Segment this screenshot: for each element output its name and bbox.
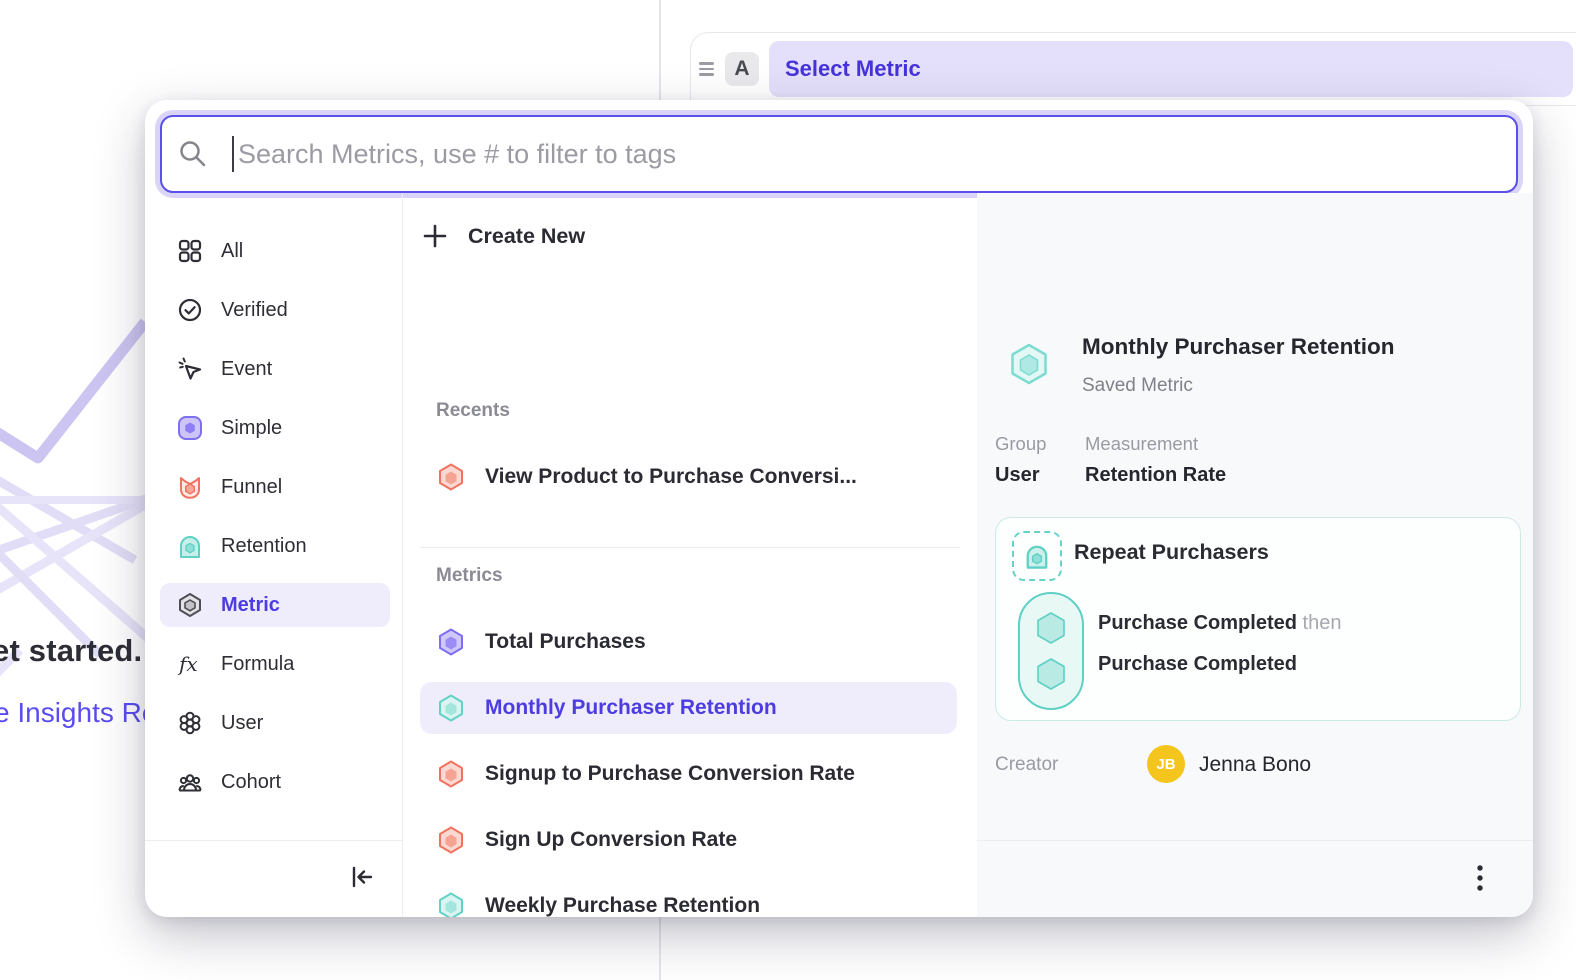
teal-hexagon-icon [1006, 341, 1052, 387]
metric-hexagon-icon [177, 592, 203, 618]
card-step-2: Purchase Completed [1098, 653, 1297, 676]
funnel-hexagon-icon [177, 474, 203, 500]
then-connector: then [1303, 612, 1342, 634]
user-cluster-icon [177, 710, 203, 736]
sidebar-item-retention[interactable]: Retention [160, 524, 390, 568]
event-hexagon-icon [1035, 611, 1067, 645]
create-new-label: Create New [468, 224, 585, 249]
drag-handle-icon[interactable] [699, 62, 717, 76]
sidebar-item-label: User [221, 712, 263, 735]
purple-hexagon-icon [436, 627, 466, 657]
metric-list-item[interactable]: Weekly Purchase Retention [420, 880, 957, 917]
detail-footer [977, 840, 1533, 917]
creator-label: Creator [995, 754, 1058, 776]
plus-icon [422, 223, 448, 249]
sidebar-item-cohort[interactable]: Cohort [160, 760, 390, 804]
sidebar-item-label: Metric [221, 594, 280, 617]
metric-detail-panel: Monthly Purchaser Retention Saved Metric… [977, 193, 1533, 917]
create-new-button[interactable]: Create New [422, 223, 585, 249]
metric-letter-badge: A [725, 52, 759, 86]
sidebar-footer [145, 840, 402, 917]
sidebar-item-formula[interactable]: fx Formula [160, 642, 390, 686]
sidebar-item-label: Funnel [221, 476, 282, 499]
salmon-hexagon-icon [436, 759, 466, 789]
retention-arch-icon [1022, 541, 1052, 571]
filter-sidebar: All Verified Event [145, 193, 403, 917]
metric-item-label: Signup to Purchase Conversion Rate [485, 762, 855, 786]
select-metric-button[interactable]: Select Metric [769, 41, 1573, 97]
grid-icon [177, 238, 203, 264]
section-divider [420, 547, 960, 548]
metric-item-label: Monthly Purchaser Retention [485, 696, 777, 720]
metric-list-column: Create New Recents View Product to Purch… [402, 193, 977, 917]
metric-row-card: A Select Metric [690, 32, 1576, 106]
sidebar-item-user[interactable]: User [160, 701, 390, 745]
simple-hexagon-icon [177, 415, 203, 441]
sidebar-item-funnel[interactable]: Funnel [160, 465, 390, 509]
creator-name: Jenna Bono [1199, 753, 1311, 777]
background-partial-link[interactable]: e Insights Re [0, 697, 157, 729]
dashed-icon-frame [1012, 531, 1062, 581]
salmon-hexagon-icon [436, 462, 466, 492]
metric-list-item[interactable]: Total Purchases [420, 616, 957, 668]
svg-text:fx: fx [177, 652, 198, 676]
teal-hexagon-icon [436, 891, 466, 917]
detail-subtitle: Saved Metric [1082, 375, 1193, 397]
sidebar-item-label: Verified [221, 299, 288, 322]
sidebar-item-label: Formula [221, 653, 294, 676]
search-icon [177, 138, 209, 170]
metric-picker-modal: All Verified Event [145, 100, 1533, 917]
detail-title: Monthly Purchaser Retention [1082, 334, 1395, 360]
sidebar-item-verified[interactable]: Verified [160, 288, 390, 332]
metrics-section-label: Metrics [436, 565, 503, 587]
screen: et started. e Insights Re A Select Metri… [0, 0, 1576, 980]
sidebar-item-label: All [221, 240, 243, 263]
card-step-1: Purchase Completed then [1098, 612, 1341, 635]
metric-list-item[interactable]: Signup to Purchase Conversion Rate [420, 748, 957, 800]
cohort-people-icon [177, 769, 203, 795]
measurement-value: Retention Rate [1085, 464, 1226, 487]
repeat-purchasers-card[interactable]: Repeat Purchasers Purchase Completed the… [995, 517, 1521, 721]
creator-avatar: JB [1147, 745, 1185, 783]
group-value: User [995, 464, 1039, 487]
recent-item-label: View Product to Purchase Conversi... [485, 465, 857, 489]
search-input[interactable] [236, 138, 1516, 171]
kebab-menu-icon [1465, 861, 1495, 895]
text-caret [232, 136, 234, 172]
metric-item-label: Total Purchases [485, 630, 646, 654]
verified-badge-icon [177, 297, 203, 323]
event-cursor-icon [177, 356, 203, 382]
recent-item[interactable]: View Product to Purchase Conversi... [420, 451, 957, 503]
sidebar-item-label: Simple [221, 417, 282, 440]
teal-hexagon-icon [436, 693, 466, 723]
metric-list-item-selected[interactable]: Monthly Purchaser Retention [420, 682, 957, 734]
card-title: Repeat Purchasers [1074, 540, 1269, 565]
behavior-capsule [1018, 592, 1084, 710]
sidebar-item-all[interactable]: All [160, 229, 390, 273]
salmon-hexagon-icon [436, 825, 466, 855]
recents-section-label: Recents [436, 400, 510, 422]
metric-item-label: Weekly Purchase Retention [485, 894, 760, 917]
search-box [160, 115, 1518, 193]
background-partial-heading: et started. [0, 633, 142, 669]
group-label: Group [995, 433, 1046, 455]
retention-arch-icon [177, 533, 203, 559]
collapse-left-icon [348, 863, 376, 891]
metric-item-label: Sign Up Conversion Rate [485, 828, 737, 852]
collapse-sidebar-button[interactable] [348, 863, 376, 896]
sidebar-item-simple[interactable]: Simple [160, 406, 390, 450]
more-options-button[interactable] [1465, 861, 1495, 900]
sidebar-item-label: Event [221, 358, 272, 381]
sidebar-item-metric[interactable]: Metric [160, 583, 390, 627]
formula-fx-icon: fx [177, 651, 203, 677]
sidebar-item-label: Retention [221, 535, 307, 558]
sidebar-item-event[interactable]: Event [160, 347, 390, 391]
event-hexagon-icon [1035, 657, 1067, 691]
sidebar-item-label: Cohort [221, 771, 281, 794]
measurement-label: Measurement [1085, 433, 1198, 455]
metric-list-item[interactable]: Sign Up Conversion Rate [420, 814, 957, 866]
